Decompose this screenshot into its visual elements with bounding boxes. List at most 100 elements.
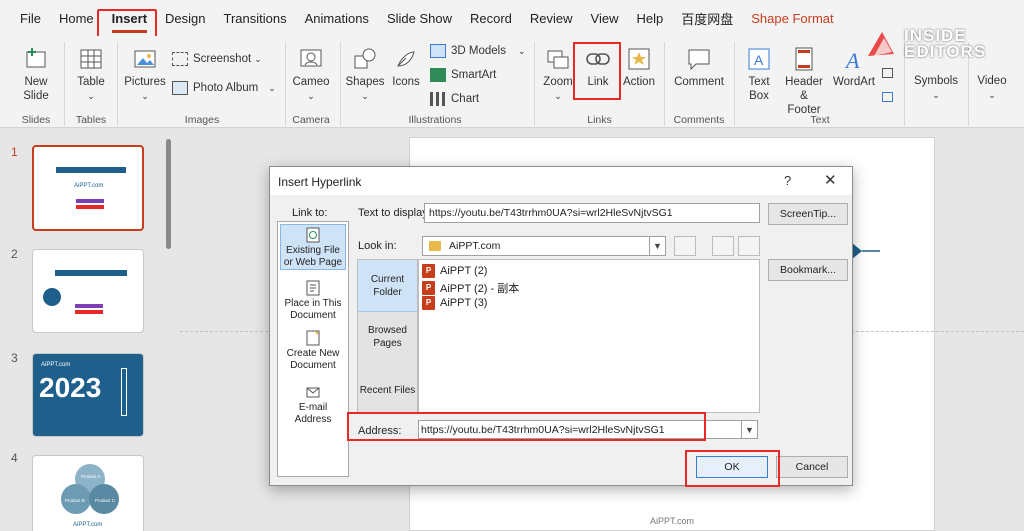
text-to-display-input[interactable]: https://youtu.be/T43trrhm0UA?si=wrl2HleS… — [424, 203, 760, 223]
tab-review[interactable]: Review — [530, 9, 573, 28]
group-text-label: Text — [810, 114, 830, 126]
powerpoint-file-icon: P — [422, 296, 435, 310]
look-in-value: AiPPT.com — [449, 240, 501, 252]
dialog-title-bar: Insert Hyperlink ? ✕ — [270, 167, 852, 195]
icons-icon — [397, 51, 415, 67]
slide-thumbnail-2[interactable] — [32, 249, 144, 333]
cameo-button[interactable]: Cameo ⌄ — [290, 46, 332, 103]
chart-icon — [430, 92, 446, 106]
screenshot-label: Screenshot — [193, 53, 252, 65]
tab-home[interactable]: Home — [59, 9, 94, 28]
3d-models-button[interactable]: 3D Models ⌄ — [430, 44, 526, 58]
file-item[interactable]: P AiPPT (2) — [422, 264, 487, 278]
table-button[interactable]: Table ⌄ — [72, 46, 110, 103]
inside-editors-logo: INSIDE EDITORS — [866, 26, 1006, 66]
thumb-brand: AiPPT.com — [73, 522, 103, 528]
tab-animations[interactable]: Animations — [305, 9, 369, 28]
file-item[interactable]: P AiPPT (2) - 副本 — [422, 280, 519, 296]
nav-current-folder[interactable]: Current Folder — [358, 260, 417, 312]
zoom-label: Zoom — [543, 76, 573, 88]
folder-icon — [429, 241, 441, 251]
look-in-dropdown[interactable]: AiPPT.com ▼ — [422, 236, 666, 256]
slide-number-icon[interactable] — [882, 92, 893, 102]
link-to-create-new-document[interactable]: Create New Document — [280, 328, 346, 372]
slide-thumbnail-3[interactable]: AiPPT.com 2023 — [32, 353, 144, 437]
chart-button[interactable]: Chart — [430, 92, 479, 106]
header-footer-label: Header & Footer — [785, 76, 823, 116]
video-button[interactable]: Video ⌄ — [974, 74, 1010, 102]
group-images-label: Images — [184, 114, 220, 126]
pictures-button[interactable]: Pictures ⌄ — [124, 46, 166, 103]
3d-models-label: 3D Models — [451, 45, 506, 57]
tab-transitions[interactable]: Transitions — [224, 9, 287, 28]
zoom-icon — [547, 50, 569, 69]
tab-slide-show[interactable]: Slide Show — [387, 9, 452, 28]
group-comments-label: Comments — [673, 114, 725, 126]
new-slide-icon — [26, 48, 46, 68]
slide-thumbnail-1[interactable]: AiPPT.com — [32, 145, 144, 231]
comment-button[interactable]: Comment — [672, 46, 726, 89]
chevron-down-icon[interactable]: ▼ — [741, 421, 757, 439]
thumb-logo-mark — [75, 310, 103, 314]
tab-file[interactable]: File — [20, 9, 41, 28]
browse-web-button[interactable] — [712, 236, 734, 256]
photo-album-button[interactable]: Photo Album ⌄ — [172, 81, 276, 95]
close-icon[interactable]: ✕ — [824, 171, 837, 189]
tab-view[interactable]: View — [591, 9, 619, 28]
object-icon[interactable] — [882, 68, 893, 78]
chevron-down-icon[interactable]: ▼ — [649, 237, 665, 255]
table-dropdown-icon: ⌄ — [87, 91, 95, 101]
smartart-icon — [430, 68, 446, 82]
shapes-button[interactable]: Shapes ⌄ — [345, 46, 385, 103]
symbols-label: Symbols — [913, 75, 959, 87]
link-to-email-address[interactable]: E-mail Address — [280, 382, 346, 426]
tab-baidu-pan[interactable]: 百度网盘 — [681, 7, 733, 30]
thumb-number: 3 — [11, 351, 18, 365]
thumb-year: 2023 — [39, 372, 102, 403]
cameo-icon — [300, 49, 322, 67]
cancel-button[interactable]: Cancel — [776, 456, 848, 478]
highlight-address-field — [347, 412, 706, 441]
thumb-venn-label: Product C — [95, 498, 116, 503]
nav-browsed-pages[interactable]: Browsed Pages — [358, 324, 417, 350]
help-button[interactable]: ? — [784, 173, 791, 188]
symbols-button[interactable]: Symbols ⌄ — [910, 74, 962, 102]
pictures-dropdown-icon: ⌄ — [141, 91, 149, 101]
screenshot-icon — [172, 52, 188, 66]
new-slide-label: New Slide — [23, 76, 49, 102]
shapes-icon — [354, 48, 376, 69]
screenshot-button[interactable]: Screenshot ⌄ — [172, 52, 262, 66]
action-button[interactable]: Action — [620, 46, 658, 89]
link-to-place-in-document[interactable]: Place in This Document — [280, 278, 346, 322]
zoom-button[interactable]: Zoom ⌄ — [541, 46, 575, 103]
screentip-button[interactable]: ScreenTip... — [768, 203, 848, 225]
tab-shape-format[interactable]: Shape Format — [751, 9, 833, 28]
table-icon — [80, 49, 102, 69]
smartart-button[interactable]: SmartArt — [430, 68, 496, 82]
tab-help[interactable]: Help — [636, 9, 663, 28]
file-name: AiPPT (2) - 副本 — [440, 283, 520, 295]
icons-button[interactable]: Icons — [388, 46, 424, 89]
file-item[interactable]: P AiPPT (3) — [422, 296, 487, 310]
thumbnail-scrollbar[interactable] — [166, 139, 171, 249]
text-box-button[interactable]: A Text Box — [740, 46, 778, 103]
tab-design[interactable]: Design — [165, 9, 205, 28]
dialog-title: Insert Hyperlink — [278, 175, 362, 189]
text-to-display-label: Text to display: — [358, 207, 431, 219]
nav-recent-files[interactable]: Recent Files — [358, 384, 417, 397]
slide-thumbnail-4[interactable]: Product A Product B Product C AiPPT.com — [32, 455, 144, 531]
file-list[interactable]: P AiPPT (2) P AiPPT (2) - 副本 P AiPPT (3) — [418, 259, 760, 413]
group-camera-label: Camera — [292, 114, 330, 126]
group-separator — [340, 42, 341, 126]
tab-record[interactable]: Record — [470, 9, 512, 28]
up-folder-button[interactable] — [674, 236, 696, 256]
svg-text:A: A — [844, 48, 860, 72]
thumb-number: 1 — [11, 145, 18, 159]
link-to-existing-file[interactable]: Existing File or Web Page — [280, 224, 346, 270]
header-footer-button[interactable]: Header & Footer — [780, 46, 828, 117]
new-slide-button[interactable]: New Slide — [14, 46, 58, 103]
bookmark-button[interactable]: Bookmark... — [768, 259, 848, 281]
group-links-label: Links — [587, 114, 612, 126]
thumb-logo-mark — [76, 205, 104, 209]
browse-file-button[interactable] — [738, 236, 760, 256]
